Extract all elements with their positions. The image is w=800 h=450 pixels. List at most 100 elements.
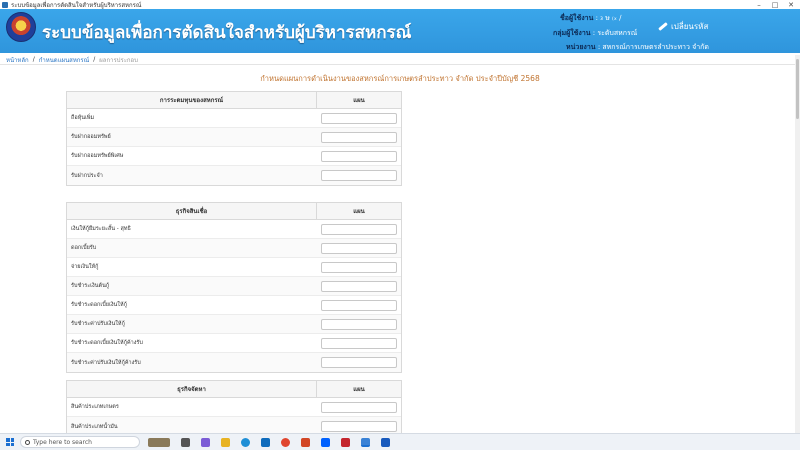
section-procurement: ธุรกิจจัดหา แผน สินค้าประเภทเกษตร สินค้า…: [66, 380, 402, 433]
weather-widget-icon[interactable]: [148, 437, 170, 447]
search-placeholder: Type here to search: [33, 438, 92, 446]
row-label: รับฝากประจำ: [71, 172, 103, 179]
taskbar-search-input[interactable]: Type here to search: [20, 436, 140, 448]
breadcrumb-home[interactable]: หน้าหลัก: [6, 55, 29, 65]
plan-input[interactable]: [321, 170, 397, 181]
username-info: ชื่อผู้ใช้งาน : ₃ ษ ₍ₓ ∕: [560, 13, 621, 24]
plan-input[interactable]: [321, 242, 397, 254]
section-title: การระดมทุนของสหกรณ์: [67, 92, 317, 108]
group-label: กลุ่มผู้ใช้งาน: [553, 29, 591, 37]
row-label: รับชำระดอกเบี้ยเงินให้กู้ค้างรับ: [71, 340, 143, 346]
plan-input[interactable]: [321, 401, 397, 413]
close-icon[interactable]: ✕: [784, 0, 798, 9]
username-value: : ₃ ษ ₍ₓ ∕: [595, 14, 622, 22]
app-red-icon[interactable]: [341, 437, 350, 447]
row-label: ถือหุ้นเพิ่ม: [71, 115, 95, 121]
row-label: รับชำระดอกเบี้ยเงินให้กู้: [71, 302, 127, 308]
plan-column-header: แผน: [353, 208, 365, 215]
breadcrumb-section[interactable]: กำหนดแผนสหกรณ์: [39, 55, 89, 65]
table-row: สินค้าประเภทน้ำมัน: [67, 417, 401, 433]
plan-input[interactable]: [321, 299, 397, 311]
plan-input[interactable]: [321, 337, 397, 349]
plan-input[interactable]: [321, 261, 397, 273]
plan-input[interactable]: [321, 112, 397, 124]
word-icon[interactable]: [381, 437, 390, 447]
breadcrumb-separator: /: [93, 56, 96, 63]
table-row: ดอกเบี้ยรับ: [67, 239, 401, 258]
table-row: รับชำระค่าปรับเงินให้กู้ค้างรับ: [67, 353, 401, 372]
table-row: รับชำระค่าปรับเงินให้กู้: [67, 315, 401, 334]
page-scrollbar[interactable]: [795, 55, 800, 433]
app-icon: [2, 1, 8, 8]
cooperative-logo: [6, 12, 36, 42]
window-titlebar: ระบบข้อมูลเพื่อการตัดสินใจสำหรับผู้บริหา…: [0, 0, 800, 9]
site-header: ระบบข้อมูลเพื่อการตัดสินใจสำหรับผู้บริหา…: [0, 9, 800, 53]
maximize-icon[interactable]: □: [768, 0, 782, 9]
table-row: รับชำระเงินต้นกู้: [67, 277, 401, 296]
breadcrumb-separator: /: [32, 56, 35, 63]
breadcrumb-current: ผลการประกอบ: [99, 56, 138, 64]
section-header: การระดมทุนของสหกรณ์ แผน: [67, 92, 401, 109]
pencil-icon: [658, 22, 668, 31]
row-label: รับฝากออมทรัพย์: [71, 134, 111, 140]
section-title: ธุรกิจจัดหา: [67, 381, 317, 397]
plan-input[interactable]: [321, 280, 397, 292]
plan-input[interactable]: [321, 150, 397, 162]
table-row: เงินให้กู้ยืมระยะสั้น - สุทธิ: [67, 220, 401, 239]
page-title: กำหนดแผนการดำเนินงานของสหกรณ์การเกษตรลำป…: [260, 74, 540, 83]
table-row: รับฝากออมทรัพย์พิเศษ: [67, 147, 401, 166]
breadcrumb: หน้าหลัก / กำหนดแผนสหกรณ์ / ผลการประกอบ: [0, 55, 800, 65]
unit-info: หน่วยงาน : สหกรณ์การเกษตรลำประทาว จำกัด: [566, 42, 709, 53]
search-icon: [25, 439, 30, 445]
unit-value: : สหกรณ์การเกษตรลำประทาว จำกัด: [597, 43, 709, 51]
row-label: รับชำระค่าปรับเงินให้กู้ค้างรับ: [71, 359, 141, 366]
row-label: จ่ายเงินให้กู้: [71, 264, 99, 270]
row-label: รับฝากออมทรัพย์พิเศษ: [71, 153, 124, 159]
username-label: ชื่อผู้ใช้งาน: [560, 14, 594, 22]
scrollbar-thumb[interactable]: [796, 59, 799, 119]
section-fundraising: การระดมทุนของสหกรณ์ แผน ถือหุ้นเพิ่ม รับ…: [66, 91, 402, 186]
row-label: รับชำระค่าปรับเงินให้กู้: [71, 321, 125, 327]
site-title: ระบบข้อมูลเพื่อการตัดสินใจสำหรับผู้บริหา…: [42, 23, 412, 43]
change-password-link[interactable]: เปลี่ยนรหัส: [658, 20, 708, 33]
firefox-icon[interactable]: [281, 437, 290, 447]
row-label: ดอกเบี้ยรับ: [71, 245, 97, 251]
table-row: รับฝากประจำ: [67, 166, 401, 185]
row-label: รับชำระเงินต้นกู้: [71, 283, 110, 289]
minimize-icon[interactable]: –: [752, 0, 766, 9]
dropbox-icon[interactable]: [321, 437, 330, 447]
section-credit: ธุรกิจสินเชื่อ แผน เงินให้กู้ยืมระยะสั้น…: [66, 202, 402, 373]
table-row: รับฝากออมทรัพย์: [67, 128, 401, 147]
task-view-icon[interactable]: [181, 437, 190, 447]
table-row: จ่ายเงินให้กู้: [67, 258, 401, 277]
group-info: กลุ่มผู้ใช้งาน : ระดับสหกรณ์: [553, 28, 637, 39]
section-header: ธุรกิจสินเชื่อ แผน: [67, 203, 401, 220]
plan-input[interactable]: [321, 318, 397, 330]
row-label: สินค้าประเภทเกษตร: [71, 404, 119, 410]
table-row: รับชำระดอกเบี้ยเงินให้กู้: [67, 296, 401, 315]
table-row: รับชำระดอกเบี้ยเงินให้กู้ค้างรับ: [67, 334, 401, 353]
outlook-icon[interactable]: [261, 437, 270, 447]
change-password-label: เปลี่ยนรหัส: [671, 22, 709, 31]
powerpoint-icon[interactable]: [301, 437, 310, 447]
group-value: : ระดับสหกรณ์: [592, 29, 638, 37]
section-title: ธุรกิจสินเชื่อ: [67, 203, 317, 219]
row-label: เงินให้กู้ยืมระยะสั้น - สุทธิ: [71, 226, 131, 232]
edge-browser-icon[interactable]: [241, 437, 250, 447]
windows-start-icon[interactable]: [6, 438, 14, 446]
plan-input[interactable]: [321, 223, 397, 235]
unit-label: หน่วยงาน: [566, 43, 596, 51]
plan-input[interactable]: [321, 357, 397, 368]
plan-column-header: แผน: [353, 386, 365, 393]
table-row: สินค้าประเภทเกษตร: [67, 398, 401, 417]
copilot-icon[interactable]: [201, 437, 210, 447]
plan-input[interactable]: [321, 421, 397, 432]
plan-column-header: แผน: [353, 97, 365, 104]
plan-input[interactable]: [321, 131, 397, 143]
windows-taskbar: Type here to search: [0, 433, 800, 450]
row-label: สินค้าประเภทน้ำมัน: [71, 423, 118, 430]
file-explorer-icon[interactable]: [221, 437, 230, 447]
table-row: ถือหุ้นเพิ่ม: [67, 109, 401, 128]
active-app-icon[interactable]: [361, 437, 370, 447]
section-header: ธุรกิจจัดหา แผน: [67, 381, 401, 398]
